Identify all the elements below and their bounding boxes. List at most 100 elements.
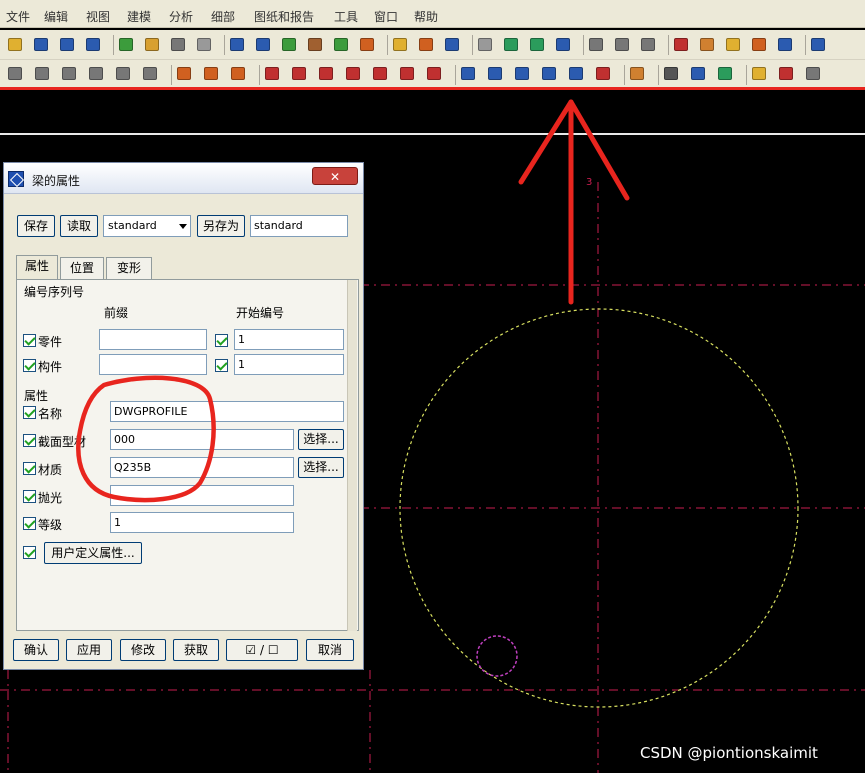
menu-tools[interactable]: 工具 [334,8,358,25]
menu-detailing[interactable]: 细部 [211,8,235,25]
create-view-icon[interactable] [282,38,296,51]
bolt-group-icon[interactable] [630,67,644,80]
report-icon[interactable] [393,38,407,51]
name-checkbox[interactable] [23,406,36,419]
column-icon[interactable] [35,67,49,80]
menu-edit[interactable]: 编辑 [44,8,68,25]
assembly-checkbox[interactable] [23,359,36,372]
wrench-icon[interactable] [806,67,820,80]
udf-checkbox[interactable] [23,546,36,559]
drawing-icon[interactable] [419,38,433,51]
copy-view-icon[interactable] [334,38,348,51]
ruler-icon[interactable] [779,67,793,80]
steel-beam-icon[interactable] [488,67,502,80]
point-along-icon[interactable] [319,67,333,80]
save-as-name-input[interactable]: standard [250,215,348,237]
menu-view[interactable]: 视图 [86,8,110,25]
chain-icon[interactable] [596,67,610,80]
apply-button[interactable]: 应用 [66,639,112,661]
menu-drawings-reports[interactable]: 图纸和报告 [254,8,314,25]
panel-icon[interactable] [143,67,157,80]
dialog-titlebar[interactable]: 梁的属性 ✕ [4,163,363,194]
view-rectangle-icon[interactable] [230,38,244,51]
zoom-icon[interactable] [811,38,825,51]
group-icon[interactable] [752,38,766,51]
part-prefix-input[interactable] [99,329,207,350]
point-intersect-icon[interactable] [373,67,387,80]
model-icon[interactable] [504,38,518,51]
weld-icon[interactable] [204,67,218,80]
component-icon[interactable] [530,38,544,51]
load-button[interactable]: 读取 [60,215,98,237]
part-start-checkbox[interactable] [215,334,228,347]
menu-window[interactable]: 窗口 [374,8,398,25]
dimension-icon[interactable] [615,38,629,51]
menu-analysis[interactable]: 分析 [169,8,193,25]
point-icon[interactable] [292,67,306,80]
finish-input[interactable] [110,485,294,506]
table-icon[interactable] [778,38,792,51]
close-button[interactable]: ✕ [312,167,358,185]
tab-position[interactable]: 位置 [60,257,104,279]
detail-icon[interactable] [752,67,766,80]
bolt-icon[interactable] [177,67,191,80]
modify-button[interactable]: 修改 [120,639,166,661]
material-select-button[interactable]: 选择... [298,457,344,478]
lock-icon[interactable] [664,67,678,80]
ok-button[interactable]: 确认 [13,639,59,661]
print-icon[interactable] [171,38,185,51]
open-model-icon[interactable] [119,38,133,51]
poly-beam-icon[interactable] [89,67,103,80]
part-checkbox[interactable] [23,334,36,347]
drawing-list-icon[interactable] [360,38,374,51]
workplane-icon[interactable] [8,67,22,80]
profile-checkbox[interactable] [23,434,36,447]
finish-checkbox[interactable] [23,490,36,503]
beam-icon[interactable] [62,67,76,80]
tab-deforming[interactable]: 变形 [106,257,152,279]
profile-select-button[interactable]: 选择... [298,429,344,450]
circle-point-icon[interactable] [427,67,441,80]
custom-component-icon[interactable] [718,67,732,80]
save-icon[interactable] [34,38,48,51]
material-input[interactable]: Q235B [110,457,294,478]
class-checkbox[interactable] [23,517,36,530]
plate-icon[interactable] [116,67,130,80]
move-icon[interactable] [641,38,655,51]
get-button[interactable]: 获取 [173,639,219,661]
name-input[interactable]: DWGPROFILE [110,401,344,422]
new-icon[interactable] [8,38,22,51]
cancel-button[interactable]: 取消 [306,639,354,661]
assembly-start-input[interactable]: 1 [234,354,344,375]
help-icon[interactable] [556,38,570,51]
grid-icon[interactable] [231,67,245,80]
material-checkbox[interactable] [23,462,36,475]
select-arrow-icon[interactable] [478,38,492,51]
twin-profile-icon[interactable] [569,67,583,80]
save-as-button[interactable]: 另存为 [197,215,245,237]
component-catalog-icon[interactable] [691,67,705,80]
view-window-icon[interactable] [256,38,270,51]
part-start-input[interactable]: 1 [234,329,344,350]
open-folder-icon[interactable] [145,38,159,51]
profile-input[interactable]: 000 [110,429,294,450]
redo-icon[interactable] [86,38,100,51]
line-icon[interactable] [265,67,279,80]
pencil-icon[interactable] [726,38,740,51]
toggle-all-button[interactable]: ☑ / ☐ [226,639,298,661]
save-button[interactable]: 保存 [17,215,55,237]
tab-attributes[interactable]: 属性 [16,255,58,280]
steel-polybeam-icon[interactable] [515,67,529,80]
preset-select[interactable]: standard [103,215,191,237]
select-filter-icon[interactable] [197,38,211,51]
steel-column-icon[interactable] [461,67,475,80]
measure-icon[interactable] [589,38,603,51]
panel-scrollbar[interactable] [347,280,357,631]
point-arc-icon[interactable] [400,67,414,80]
tool-icon[interactable] [674,38,688,51]
menu-help[interactable]: 帮助 [414,8,438,25]
settings-icon[interactable] [700,38,714,51]
undo-icon[interactable] [60,38,74,51]
point-parallel-icon[interactable] [346,67,360,80]
assembly-prefix-input[interactable] [99,354,207,375]
